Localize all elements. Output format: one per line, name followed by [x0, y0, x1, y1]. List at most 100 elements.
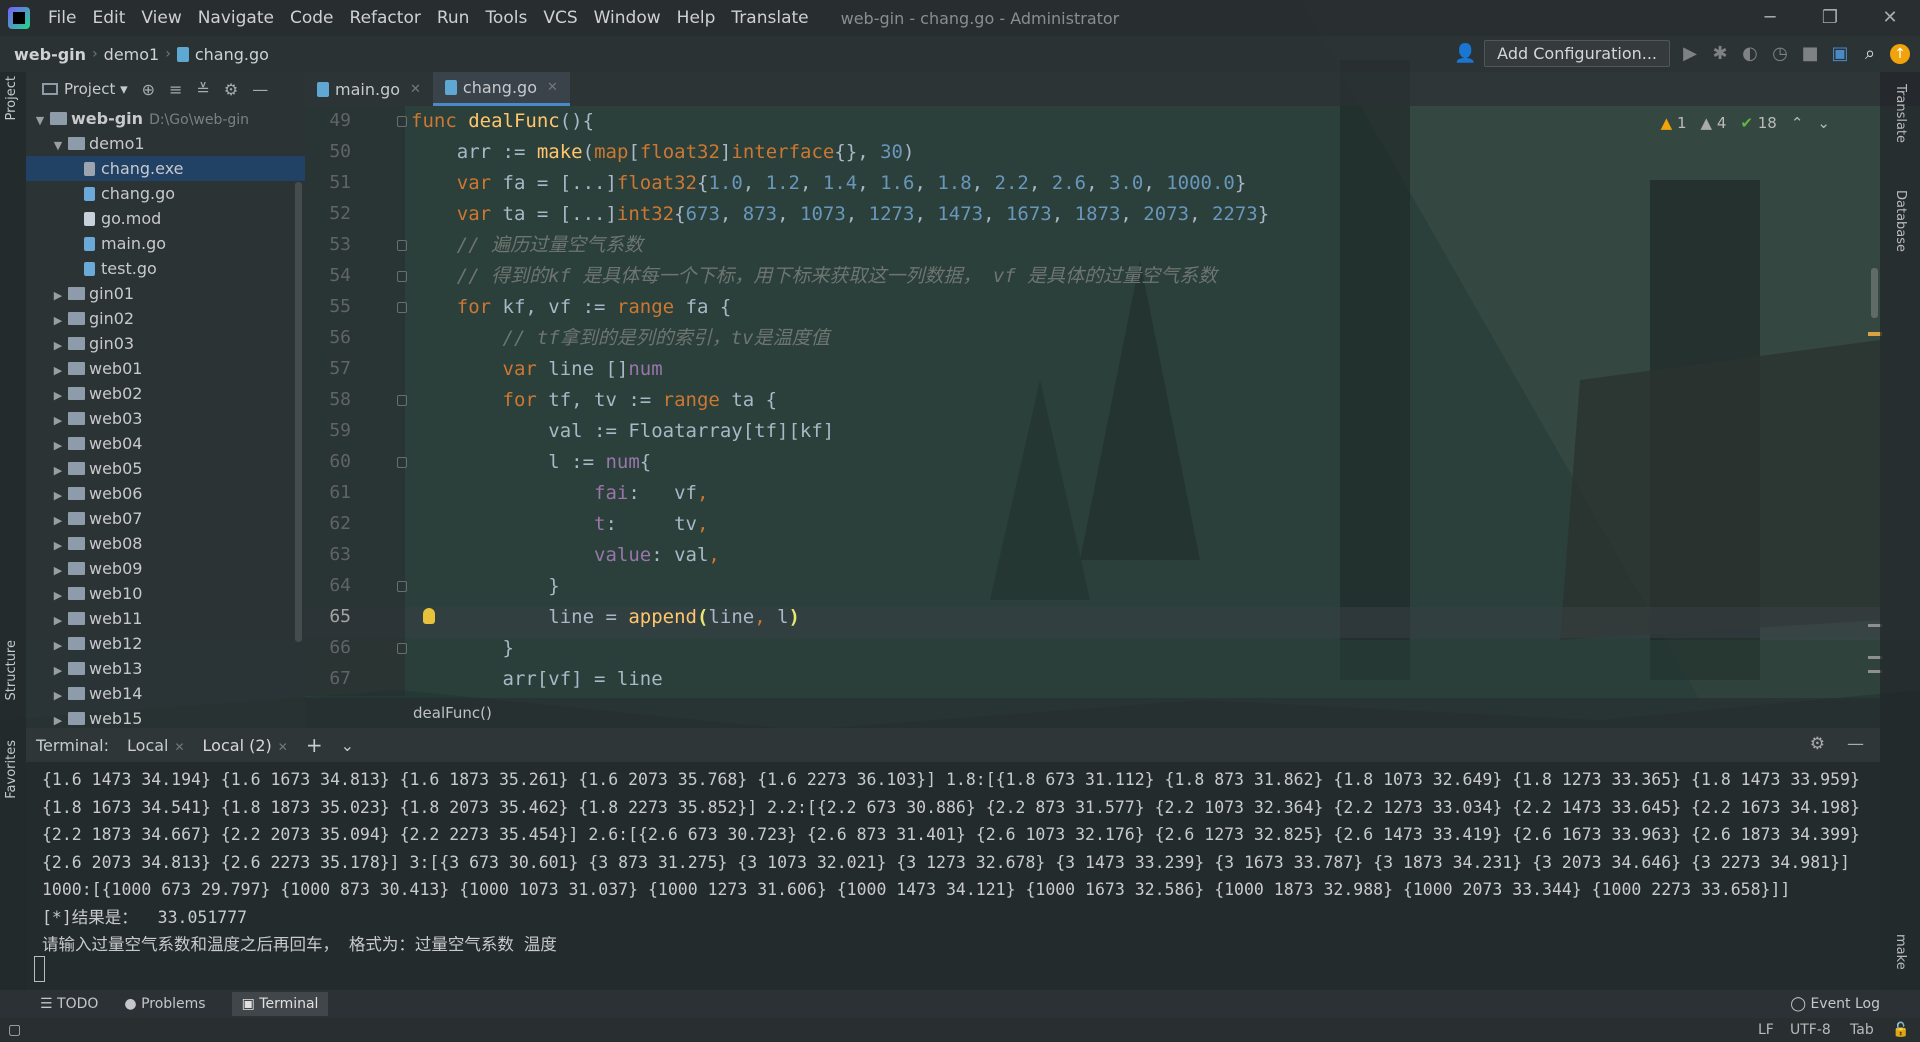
- code-line[interactable]: fai: vf,: [411, 478, 708, 509]
- menu-file[interactable]: File: [40, 0, 84, 36]
- close-tab-icon[interactable]: ✕: [278, 740, 288, 754]
- lock-icon[interactable]: 🔓: [1892, 1022, 1909, 1038]
- tree-folder[interactable]: ▶ web03: [26, 406, 305, 431]
- code-line[interactable]: for kf, vf := range fa {: [411, 292, 732, 323]
- chevron-down-icon[interactable]: ▼: [32, 108, 48, 133]
- code-editor[interactable]: ▲ 1 ▲ 4 ✔ 18 ⌃ ⌄ func dealFunc(){ arr :=…: [405, 106, 1880, 696]
- tree-folder[interactable]: ▶ web04: [26, 431, 305, 456]
- chevron-down-icon[interactable]: ▼: [50, 133, 66, 158]
- chevron-right-icon[interactable]: ▶: [50, 358, 66, 383]
- code-line[interactable]: val := Floatarray[tf][kf]: [411, 416, 834, 447]
- chevron-right-icon[interactable]: ▶: [50, 633, 66, 658]
- problems-tool-button[interactable]: ● Problems: [124, 996, 205, 1012]
- menu-tools[interactable]: Tools: [477, 0, 535, 36]
- chevron-right-icon[interactable]: ▶: [50, 383, 66, 408]
- hide-panel-icon[interactable]: —: [252, 80, 268, 99]
- close-button[interactable]: ✕: [1860, 0, 1920, 36]
- code-line[interactable]: line = append(line, l): [411, 602, 800, 633]
- menu-refactor[interactable]: Refactor: [342, 0, 429, 36]
- chevron-right-icon[interactable]: ▶: [50, 683, 66, 708]
- tree-folder[interactable]: ▶ web11: [26, 606, 305, 631]
- make-tool-tab[interactable]: make: [1893, 934, 1908, 970]
- chevron-down-icon[interactable]: ⌄: [341, 736, 354, 755]
- tree-folder[interactable]: ▶ web01: [26, 356, 305, 381]
- breadcrumb-folder[interactable]: demo1: [98, 45, 166, 64]
- code-line[interactable]: for tf, tv := range ta {: [411, 385, 778, 416]
- favorites-tool-tab[interactable]: Favorites: [4, 740, 19, 799]
- tree-folder[interactable]: ▶ web05: [26, 456, 305, 481]
- indent-setting[interactable]: Tab: [1850, 1022, 1874, 1038]
- menu-help[interactable]: Help: [669, 0, 724, 36]
- debug-icon[interactable]: ✱: [1710, 43, 1730, 64]
- code-line[interactable]: arr := make(map[float32]interface{}, 30): [411, 137, 915, 168]
- menu-edit[interactable]: Edit: [84, 0, 133, 36]
- translate-icon[interactable]: ▣: [1830, 43, 1850, 64]
- tree-folder[interactable]: ▶ web10: [26, 581, 305, 606]
- stop-icon[interactable]: ■: [1800, 43, 1820, 64]
- collapse-all-icon[interactable]: ≚: [196, 80, 209, 99]
- tree-folder[interactable]: ▶ gin01: [26, 281, 305, 306]
- terminal-output[interactable]: {1.6 1473 34.194} {1.6 1673 34.813} {1.6…: [26, 762, 1880, 990]
- profile-icon[interactable]: ◷: [1770, 43, 1790, 64]
- add-configuration-button[interactable]: Add Configuration...: [1484, 40, 1670, 67]
- chevron-right-icon[interactable]: ▶: [50, 508, 66, 533]
- user-icon[interactable]: 👤: [1454, 43, 1476, 64]
- tree-file[interactable]: go.mod: [26, 206, 305, 231]
- code-line[interactable]: func dealFunc(){: [411, 106, 594, 137]
- inspection-widget[interactable]: ▲ 1 ▲ 4 ✔ 18 ⌃ ⌄: [1661, 114, 1830, 132]
- event-log-button[interactable]: ◯ Event Log: [1790, 996, 1880, 1012]
- chevron-right-icon[interactable]: ▶: [50, 308, 66, 333]
- code-line[interactable]: }: [411, 571, 559, 602]
- code-line[interactable]: // 遍历过量空气系数: [411, 230, 643, 261]
- code-line[interactable]: // tf拿到的是列的索引，tv是温度值: [411, 323, 830, 354]
- hide-terminal-icon[interactable]: —: [1847, 734, 1864, 754]
- tree-folder[interactable]: ▶ web09: [26, 556, 305, 581]
- update-icon[interactable]: ↑: [1890, 43, 1910, 64]
- code-line[interactable]: t: tv,: [411, 509, 708, 540]
- project-view-selector[interactable]: Project ▾: [42, 80, 128, 98]
- chevron-right-icon[interactable]: ▶: [50, 558, 66, 583]
- tree-folder[interactable]: ▶ web12: [26, 631, 305, 656]
- close-tab-icon[interactable]: ✕: [174, 740, 184, 754]
- function-breadcrumb[interactable]: dealFunc(): [413, 704, 492, 722]
- chevron-right-icon[interactable]: ▶: [50, 533, 66, 558]
- translate-tool-tab[interactable]: Translate: [1893, 84, 1908, 143]
- chevron-right-icon[interactable]: ▶: [50, 283, 66, 308]
- chevron-right-icon[interactable]: ▶: [50, 583, 66, 608]
- menu-translate[interactable]: Translate: [723, 0, 816, 36]
- tree-folder[interactable]: ▶ web14: [26, 681, 305, 706]
- menu-navigate[interactable]: Navigate: [190, 0, 282, 36]
- minimize-button[interactable]: ─: [1740, 0, 1800, 36]
- tree-file[interactable]: chang.go: [26, 181, 305, 206]
- breadcrumb-project[interactable]: web-gin: [8, 45, 92, 64]
- structure-tool-tab[interactable]: Structure: [4, 640, 19, 700]
- chevron-right-icon[interactable]: ▶: [50, 408, 66, 433]
- terminal-tab-local[interactable]: Local ✕: [127, 736, 185, 755]
- tree-folder[interactable]: ▼ demo1: [26, 131, 305, 156]
- terminal-tool-button[interactable]: ▣ Terminal: [231, 992, 329, 1016]
- tree-folder[interactable]: ▶ web02: [26, 381, 305, 406]
- next-highlight-icon[interactable]: ⌄: [1817, 114, 1830, 132]
- code-line[interactable]: l := num{: [411, 447, 651, 478]
- breadcrumb-file[interactable]: chang.go: [195, 45, 275, 64]
- menu-code[interactable]: Code: [282, 0, 342, 36]
- chevron-right-icon[interactable]: ▶: [50, 658, 66, 683]
- chevron-right-icon[interactable]: ▶: [50, 483, 66, 508]
- menu-view[interactable]: View: [133, 0, 189, 36]
- tree-folder[interactable]: ▶ gin03: [26, 331, 305, 356]
- tree-folder[interactable]: ▶ web08: [26, 531, 305, 556]
- todo-tool-button[interactable]: ☰ TODO: [40, 996, 98, 1012]
- line-separator[interactable]: LF: [1758, 1022, 1774, 1038]
- search-icon[interactable]: ⌕: [1860, 43, 1880, 64]
- previous-highlight-icon[interactable]: ⌃: [1791, 114, 1804, 132]
- terminal-tab-local-2[interactable]: Local (2) ✕: [203, 736, 288, 755]
- tab-chang-go[interactable]: chang.go ✕: [432, 72, 570, 106]
- chevron-right-icon[interactable]: ▶: [50, 333, 66, 358]
- layout-icon[interactable]: ▢: [8, 1022, 21, 1038]
- code-line[interactable]: // 得到的kf 是具体每一个下标，用下标来获取这一列数据， vf 是具体的过量…: [411, 261, 1217, 292]
- chevron-right-icon[interactable]: ▶: [50, 433, 66, 458]
- locate-icon[interactable]: ⊕: [142, 80, 155, 99]
- tree-folder[interactable]: ▶ web06: [26, 481, 305, 506]
- code-line[interactable]: var fa = [...]float32{1.0, 1.2, 1.4, 1.6…: [411, 168, 1247, 199]
- chevron-right-icon[interactable]: ▶: [50, 458, 66, 483]
